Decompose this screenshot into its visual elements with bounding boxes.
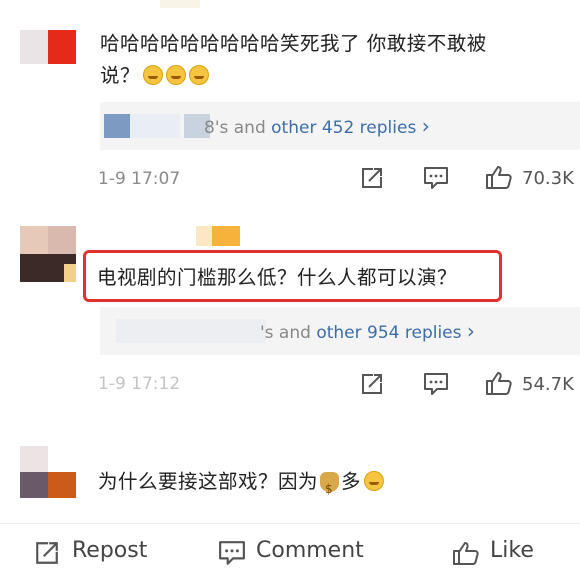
money-bag-emoji-icon: [320, 472, 340, 505]
timestamp: 1-9 17:07: [98, 169, 181, 189]
replies-username-blurred: [116, 319, 266, 343]
comment-icon: [424, 167, 448, 189]
replies-preview[interactable]: 's and other 954 replies ›: [100, 307, 580, 355]
like-button[interactable]: [485, 370, 513, 396]
avatar-blurred[interactable]: [20, 30, 76, 64]
repost-label: Repost: [72, 538, 148, 563]
comment-1: 哈哈哈哈哈哈哈哈哈笑死我了 你敢接不敢被 说？ 8's and other 45…: [0, 0, 580, 200]
laughing-emoji-icon: [364, 471, 385, 491]
comment-3: 为什么要接这部戏？因为多: [0, 420, 580, 520]
laughing-emoji-icon: [166, 65, 187, 85]
highlight-box: [83, 250, 502, 302]
share-button[interactable]: [360, 166, 384, 190]
more-replies-link[interactable]: other 954 replies: [316, 323, 461, 343]
laughing-emoji-icon: [143, 65, 164, 85]
replies-suffix: 8's and: [204, 118, 266, 138]
comment-text: 为什么要接这部戏？因为多: [98, 466, 385, 505]
comment-text-b: 多: [341, 470, 362, 493]
comment-2: 电视剧的门槛那么低？什么人都可以演？ 's and other 954 repl…: [0, 200, 580, 420]
like-count: 54.7K: [522, 374, 574, 395]
username-blurred: [196, 226, 212, 246]
bottom-action-bar: Repost Comment Like: [0, 523, 580, 578]
share-icon: [36, 542, 58, 564]
comment-label: Comment: [256, 538, 364, 563]
timestamp: 1-9 17:12: [98, 374, 181, 394]
comment-icon: [219, 541, 245, 565]
like-button[interactable]: [485, 164, 513, 190]
comment-text: 哈哈哈哈哈哈哈哈哈笑死我了 你敢接不敢被 说？: [100, 28, 487, 92]
share-icon: [362, 374, 382, 394]
more-replies-link[interactable]: other 452 replies: [271, 118, 416, 138]
share-icon: [362, 168, 382, 188]
thumbs-up-icon: [453, 542, 479, 565]
replies-preview[interactable]: 8's and other 452 replies ›: [100, 102, 580, 150]
like-count: 70.3K: [522, 168, 574, 189]
comment-text-line1: 哈哈哈哈哈哈哈哈哈笑死我了 你敢接不敢被: [100, 32, 487, 55]
share-button[interactable]: [360, 372, 384, 396]
replies-suffix: 's and: [260, 323, 311, 343]
laughing-emoji-icon: [189, 65, 210, 85]
chevron-right-icon: ›: [421, 114, 430, 138]
avatar-blurred[interactable]: [20, 446, 76, 498]
chevron-right-icon: ›: [466, 319, 475, 343]
comment-button[interactable]: [423, 166, 449, 190]
username-blurred: [212, 226, 240, 246]
replies-username-blurred: [104, 114, 130, 138]
comment-text-line2: 说？: [100, 64, 141, 87]
replies-username-blurred: [130, 114, 180, 138]
thumbs-up-icon: [486, 166, 512, 189]
avatar-blurred[interactable]: [20, 226, 76, 282]
like-label: Like: [490, 538, 534, 563]
thumbs-up-icon: [486, 372, 512, 395]
comment-icon: [424, 373, 448, 395]
comment-text-a: 为什么要接这部戏？因为: [98, 470, 319, 493]
comment-button[interactable]: [423, 372, 449, 396]
